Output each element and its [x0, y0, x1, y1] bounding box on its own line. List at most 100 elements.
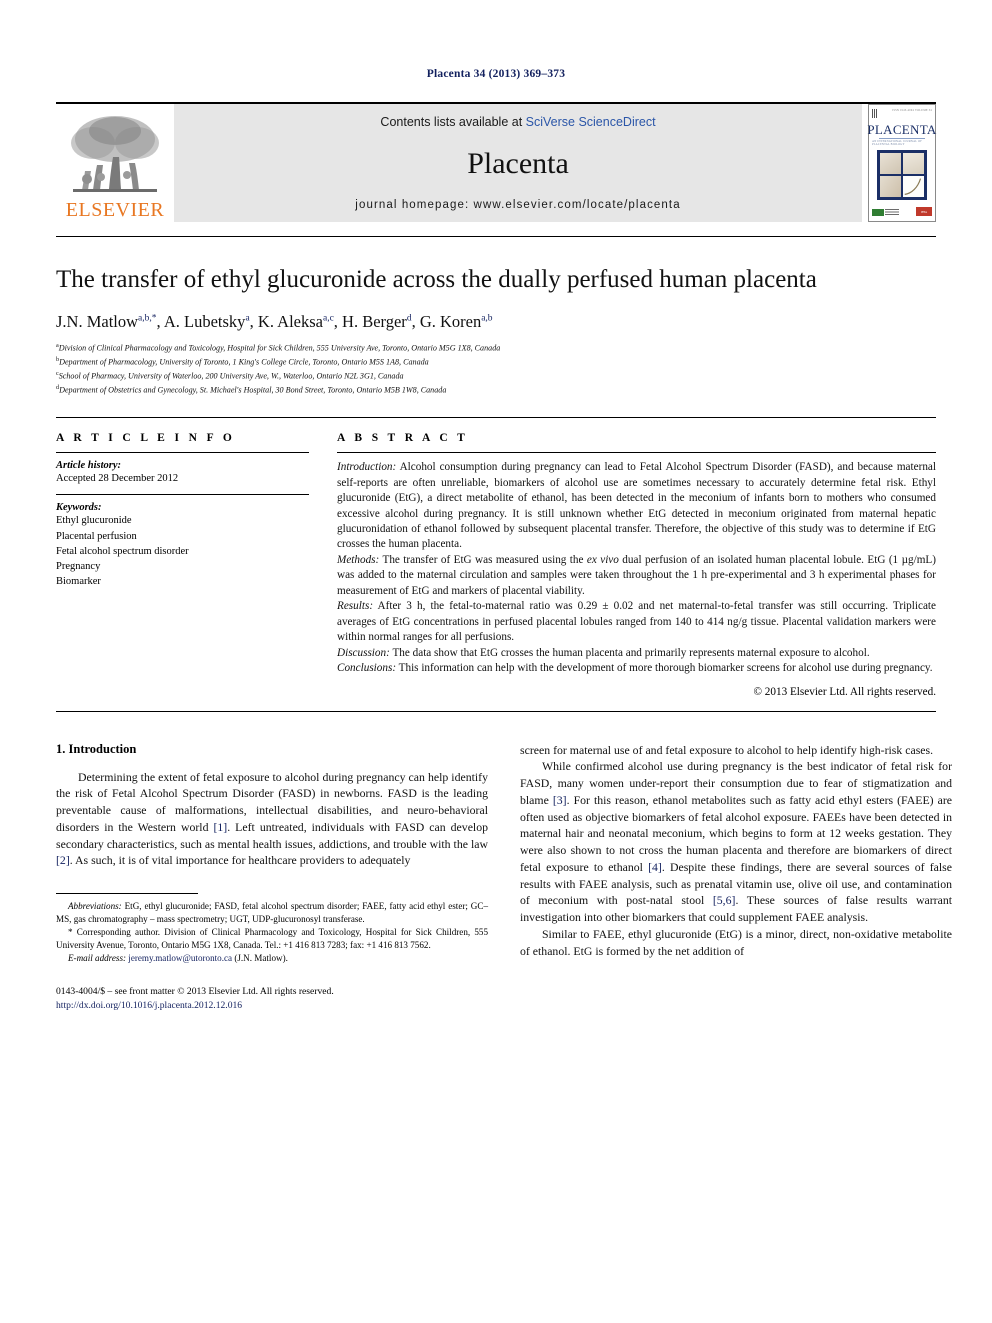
abstract-section-label: Results:: [337, 600, 374, 613]
cover-art-cell: [879, 175, 902, 198]
abstract-body: Introduction: Alcohol consumption during…: [337, 460, 936, 676]
sciencedirect-link[interactable]: SciVerse ScienceDirect: [526, 115, 656, 129]
abstract-rule: [337, 452, 936, 454]
journal-cover-thumbnail: ISSN 0143-4004 VOLUME 34 PLACENTA AN INT…: [867, 104, 937, 222]
abstract-section: Discussion: The data show that EtG cross…: [337, 646, 936, 661]
article-history-block: Article history: Accepted 28 December 20…: [56, 460, 309, 486]
body-paragraph: Determining the extent of fetal exposure…: [56, 769, 489, 868]
cover-divider: [879, 138, 925, 139]
cover-artwork: [877, 150, 927, 200]
email-link[interactable]: jeremy.matlow@utoronto.ca: [128, 953, 232, 963]
page-title: The transfer of ethyl glucuronide across…: [56, 266, 817, 293]
abstract-section: Results: After 3 h, the fetal-to-materna…: [337, 599, 936, 645]
elsevier-wordmark: ELSEVIER: [65, 199, 165, 221]
email-suffix: (J.N. Matlow).: [232, 952, 288, 963]
abstract-bottom-rule: [56, 710, 936, 712]
abstract-section: Introduction: Alcohol consumption during…: [337, 460, 936, 553]
masthead-center: Contents lists available at SciVerse Sci…: [174, 104, 862, 222]
keyword-item: Placental perfusion: [56, 530, 137, 542]
abstract-section-text: The data show that EtG crosses the human…: [389, 646, 870, 659]
cover-curve-icon: [904, 178, 922, 195]
body-paragraph: screen for maternal use of and fetal exp…: [520, 742, 934, 757]
elsevier-tree-icon: [71, 116, 159, 192]
abstract-section-text: The transfer of EtG was measured using t…: [337, 553, 936, 597]
abbreviations-label: Abbreviations:: [68, 901, 122, 912]
cover-art-cell: [879, 152, 902, 175]
cover-publisher-mark: [872, 209, 899, 216]
info-abstract-region: A R T I C L E I N F O Article history: A…: [56, 417, 936, 698]
affiliation-text: Division of Clinical Pharmacology and To…: [58, 343, 501, 353]
issn-line: 0143-4004/$ – see front matter © 2013 El…: [56, 985, 334, 997]
affiliation-text: School of Pharmacy, University of Waterl…: [58, 371, 404, 381]
masthead-bottom-rule: [56, 236, 936, 237]
article-history-value: Accepted 28 December 2012: [56, 473, 179, 485]
keyword-item: Fetal alcohol spectrum disorder: [56, 545, 189, 557]
journal-title: Placenta: [467, 147, 569, 180]
keyword-item: Biomarker: [56, 576, 101, 588]
abstract-section-label: Methods:: [337, 553, 380, 566]
abstract-section-text: After 3 h, the fetal-to-maternal ratio w…: [337, 600, 936, 644]
article-history-label: Article history:: [56, 460, 122, 472]
corresponding-author-footnote: * Corresponding author. Division of Clin…: [56, 926, 488, 950]
body-right-column: screen for maternal use of and fetal exp…: [520, 742, 952, 1014]
abbreviations-text: EtG, ethyl glucuronide; FASD, fetal alco…: [56, 901, 488, 924]
email-footnote: E-mail address: jeremy.matlow@utoronto.c…: [56, 952, 488, 965]
keywords-label: Keywords:: [56, 502, 102, 514]
abstract-heading: A B S T R A C T: [337, 432, 469, 445]
affiliation-text: Department of Obstetrics and Gynecology,…: [59, 385, 447, 395]
article-info-rule: [56, 452, 309, 454]
abbreviations-footnote: Abbreviations: EtG, ethyl glucuronide; F…: [56, 900, 488, 926]
keyword-item: Pregnancy: [56, 561, 101, 573]
cover-art-cell: [902, 152, 925, 175]
affiliation-item: dDepartment of Obstetrics and Gynecology…: [56, 383, 936, 397]
cover-journal-subtitle: AN INTERNATIONAL JOURNAL OF PLACENTAL BI…: [872, 140, 923, 146]
contents-list-line: Contents lists available at SciVerse Sci…: [380, 115, 655, 129]
citation-reference[interactable]: [5,6]: [713, 893, 736, 907]
affiliation-list: aDivision of Clinical Pharmacology and T…: [56, 341, 936, 397]
author-list: J.N. Matlowa,b,*, A. Lubetskya, K. Aleks…: [56, 312, 493, 332]
citation-reference[interactable]: [3]: [553, 793, 567, 807]
abstract-section-text: Alcohol consumption during pregnancy can…: [337, 461, 936, 551]
article-info-column: A R T I C L E I N F O Article history: A…: [56, 432, 309, 697]
cover-red-badge-icon: IFPA: [916, 207, 932, 216]
cover-green-box-icon: [872, 209, 884, 216]
body-left-column: 1. Introduction Determining the extent o…: [56, 742, 488, 1014]
body-paragraph: Similar to FAEE, ethyl glucuronide (EtG)…: [520, 926, 952, 958]
cover-top-row: ISSN 0143-4004 VOLUME 34: [872, 109, 932, 121]
section-heading-introduction: 1. Introduction: [56, 741, 137, 756]
cover-journal-title: PLACENTA: [867, 122, 937, 137]
affiliation-item: cSchool of Pharmacy, University of Water…: [56, 369, 936, 383]
contents-prefix: Contents lists available at: [380, 115, 526, 129]
abstract-section-label: Conclusions:: [337, 662, 397, 675]
running-head: Placenta 34 (2013) 369–373: [426, 68, 566, 80]
cover-lines-icon: [885, 209, 899, 216]
abstract-column: A B S T R A C T Introduction: Alcohol co…: [337, 432, 936, 698]
abstract-section: Methods: The transfer of EtG was measure…: [337, 553, 936, 599]
abstract-section-label: Introduction:: [337, 461, 397, 474]
affiliation-item: aDivision of Clinical Pharmacology and T…: [56, 341, 936, 355]
paper-page: Placenta 34 (2013) 369–373 ELSEVIER Cont…: [0, 0, 992, 1323]
abstract-section-label: Discussion:: [337, 646, 390, 659]
affiliation-text: Department of Pharmacology, University o…: [59, 357, 429, 367]
citation-reference[interactable]: [2]: [56, 853, 70, 867]
keywords-block: Keywords: Ethyl glucuronide Placental pe…: [56, 502, 309, 589]
abstract-section-text: This information can help with the devel…: [396, 662, 933, 675]
elsevier-logo: ELSEVIER: [56, 104, 174, 222]
body-columns: 1. Introduction Determining the extent o…: [56, 742, 952, 1014]
affiliation-item: bDepartment of Pharmacology, University …: [56, 355, 936, 369]
keyword-item: Ethyl glucuronide: [56, 515, 132, 527]
article-info-heading: A R T I C L E I N F O: [56, 432, 236, 445]
footnote-area: Abbreviations: EtG, ethyl glucuronide; F…: [56, 893, 488, 1013]
citation-reference[interactable]: [1]: [213, 820, 227, 834]
issn-doi-block: 0143-4004/$ – see front matter © 2013 El…: [56, 985, 488, 1014]
citation-reference[interactable]: [4]: [648, 860, 662, 874]
journal-homepage-link[interactable]: journal homepage: www.elsevier.com/locat…: [355, 199, 680, 211]
cover-barcode-icon: [872, 109, 878, 118]
email-label: E-mail address:: [68, 952, 127, 963]
cover-bottom-row: IFPA: [872, 207, 932, 217]
keywords-rule: [56, 494, 309, 496]
cover-topnote: ISSN 0143-4004 VOLUME 34: [892, 109, 932, 112]
doi-link[interactable]: http://dx.doi.org/10.1016/j.placenta.201…: [56, 999, 488, 1013]
footnote-rule: [56, 893, 198, 895]
latin-phrase: ex vivo: [586, 553, 619, 566]
